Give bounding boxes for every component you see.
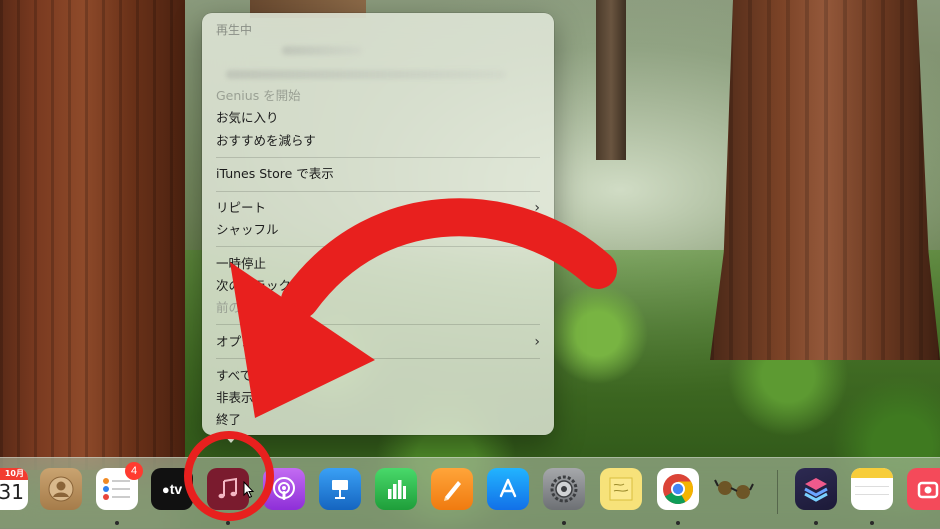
dock-app-camera[interactable] [907, 468, 940, 510]
dock-app-calendar[interactable]: 10月 31 [0, 468, 28, 510]
notes-icon-line [855, 486, 889, 487]
menu-item-suggest-less[interactable]: おすすめを減らす [216, 130, 540, 152]
gear-icon [550, 475, 578, 503]
running-indicator [115, 521, 119, 525]
running-indicator [562, 521, 566, 525]
dock: 10月 31 4 ●tv [0, 457, 940, 529]
dock-app-keynote[interactable] [319, 468, 361, 510]
menu-separator [216, 358, 540, 359]
menu-item-hide[interactable]: 非表示 [216, 387, 540, 409]
menu-item-favorite[interactable]: お気に入り [216, 107, 540, 129]
menu-item-show-in-itunes-store[interactable]: iTunes Store で表示 [216, 163, 540, 185]
chevron-right-icon: › [534, 334, 540, 350]
menu-item-label: リピート [216, 200, 267, 215]
running-indicator [226, 521, 230, 525]
dock-app-apple-tv[interactable]: ●tv [151, 468, 193, 510]
blurred-track-info [282, 46, 362, 55]
dock-app-glasses[interactable] [713, 468, 755, 510]
menu-item-next-track[interactable]: 次のトラック [216, 275, 540, 297]
dock-divider [777, 470, 778, 514]
chrome-icon [663, 474, 693, 505]
menu-item-label: シャッフル [216, 222, 279, 237]
menu-item-label: オプショ [216, 334, 267, 349]
keynote-icon [332, 480, 348, 499]
camera-icon [917, 481, 939, 499]
chevron-right-icon: › [534, 200, 540, 216]
mouse-cursor-icon [243, 481, 255, 499]
calendar-day: 31 [0, 480, 24, 504]
menu-item-options[interactable]: オプショ › [216, 331, 540, 353]
menu-item-repeat[interactable]: リピート › [216, 197, 540, 219]
dock-app-notes[interactable] [851, 468, 893, 510]
shortcuts-icon [804, 478, 828, 502]
menu-separator [216, 246, 540, 247]
dock-app-shortcuts[interactable] [795, 468, 837, 510]
app-store-icon [499, 478, 517, 498]
wallpaper-tree [710, 0, 940, 360]
dock-app-system-settings[interactable] [543, 468, 585, 510]
dock-app-app-store[interactable] [487, 468, 529, 510]
menu-separator [216, 157, 540, 158]
notes-icon-header [851, 468, 893, 478]
menu-header-now-playing: 再生中 [216, 23, 253, 37]
stickies-icon [609, 477, 633, 501]
menu-item-pause[interactable]: 一時停止 [216, 253, 540, 275]
dock-app-pages[interactable] [431, 468, 473, 510]
menu-separator [216, 324, 540, 325]
dock-app-chrome[interactable] [657, 468, 699, 510]
menu-item-quit[interactable]: 終了 [216, 409, 540, 431]
reminders-badge: 4 [125, 462, 143, 480]
menu-item-previous-track: 前のトラ [216, 300, 267, 315]
running-indicator [814, 521, 818, 525]
dock-app-podcasts[interactable] [263, 468, 305, 510]
contacts-icon [48, 476, 74, 502]
menu-item-start-genius: Genius を開始 [216, 88, 301, 103]
dock-app-contacts[interactable] [40, 468, 82, 510]
notes-icon-line [855, 494, 889, 495]
podcasts-icon [273, 477, 295, 500]
menu-item-show-all-windows[interactable]: すべての [216, 365, 540, 387]
music-note-icon [218, 477, 237, 499]
menu-item-shuffle[interactable]: シャッフル › [216, 219, 540, 241]
wallpaper-tree [596, 0, 626, 160]
menu-pointer-tail [223, 434, 239, 443]
glasses-icon [714, 479, 754, 499]
chevron-right-icon: › [534, 222, 540, 238]
dock-app-stickies[interactable] [600, 468, 642, 510]
numbers-icon [388, 480, 406, 499]
running-indicator [676, 521, 680, 525]
apple-tv-label: tv [169, 481, 183, 497]
calendar-month: 10月 [0, 468, 28, 480]
wallpaper-tree [0, 0, 185, 470]
music-dock-context-menu: 再生中 Genius を開始 お気に入り おすすめを減らす iTunes Sto… [202, 13, 554, 435]
apple-tv-icon: ●tv [161, 481, 183, 497]
blurred-track-info [226, 70, 506, 79]
running-indicator [870, 521, 874, 525]
pages-icon [444, 481, 461, 501]
menu-separator [216, 191, 540, 192]
dock-app-numbers[interactable] [375, 468, 417, 510]
